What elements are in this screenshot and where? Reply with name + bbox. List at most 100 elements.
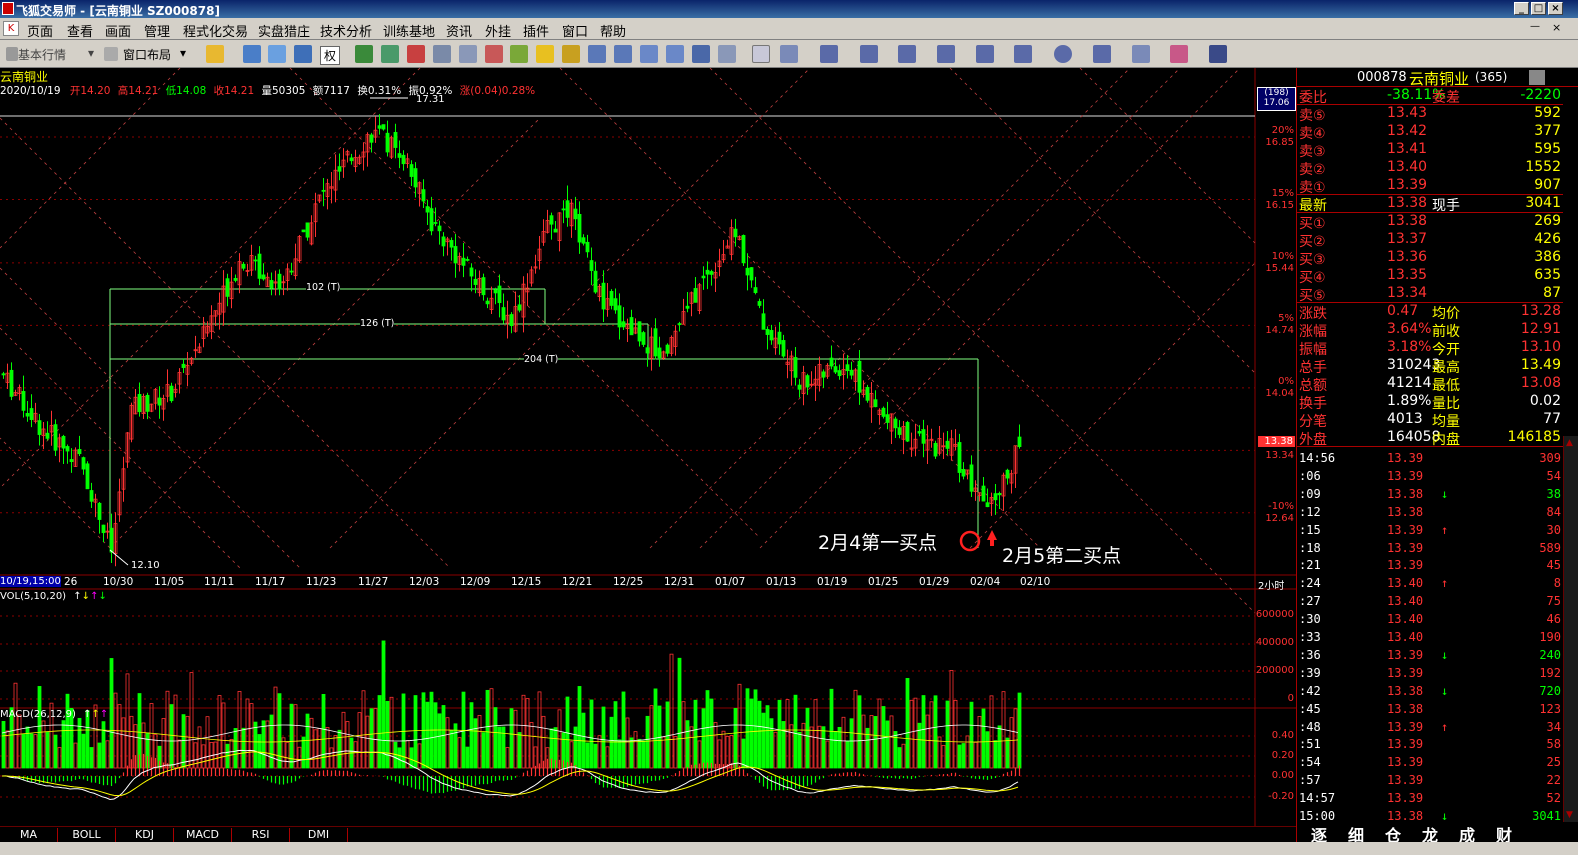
line-chart-icon[interactable] [666, 45, 684, 63]
gann-line [709, 68, 1256, 614]
color-tool-icon[interactable] [1170, 45, 1188, 63]
candle-body [289, 270, 294, 273]
layout-dropdown-icon[interactable]: ▾ [180, 46, 186, 60]
panel-icon[interactable] [588, 45, 606, 63]
tick-price: 13.38 [1387, 683, 1424, 698]
hline-tool-icon[interactable] [820, 45, 838, 63]
quote-tab[interactable]: 龙 [1412, 822, 1448, 845]
monitor-icon[interactable] [718, 45, 736, 63]
open-folder-icon[interactable] [206, 45, 224, 63]
menu-window[interactable]: 窗口 [562, 21, 588, 40]
grid-icon[interactable] [381, 45, 399, 63]
last-label: 最新 [1299, 198, 1327, 214]
list-icon[interactable] [407, 45, 425, 63]
split-icon[interactable] [692, 45, 710, 63]
candle-body [981, 485, 986, 502]
candle-body [241, 263, 246, 269]
warning-icon[interactable] [536, 45, 554, 63]
scroll-down-icon[interactable]: ▼ [1566, 810, 1573, 820]
app-menu-icon[interactable]: K [3, 21, 19, 36]
menu-tech-analysis[interactable]: 技术分析 [320, 21, 372, 40]
channel-tool-icon[interactable] [976, 45, 994, 63]
scroll-up-icon[interactable]: ▲ [1566, 438, 1573, 448]
volume-bar [297, 746, 302, 769]
fan-tool-icon[interactable] [898, 45, 916, 63]
price-axis-pct: 15% [1271, 187, 1294, 199]
text-tool-icon[interactable] [1093, 45, 1111, 63]
bar-chart-icon[interactable] [640, 45, 658, 63]
tab-ma[interactable]: MA [0, 828, 58, 842]
settings-icon[interactable] [562, 45, 580, 63]
ask-row: 卖⑤ 13.43 592 [1297, 105, 1563, 124]
stat-row: 涨幅 3.64% 前收 12.91 [1297, 321, 1563, 340]
menu-hunt[interactable]: 实盘猎庄 [258, 21, 310, 40]
quote-tab[interactable]: 财 [1486, 822, 1522, 845]
link-icon[interactable] [433, 45, 451, 63]
candle-body [641, 332, 646, 345]
candle-body [233, 278, 238, 281]
chart-area[interactable]: 云南铜业 2020/10/19 开14.20 高14.21 低14.08 收14… [0, 68, 1296, 855]
volume-bars [1, 640, 1022, 769]
tick-scrollbar[interactable]: ▲ ▼ [1563, 436, 1578, 822]
menu-minimize-icon[interactable]: — [1530, 21, 1540, 32]
volume-bar [897, 747, 902, 769]
leaf-icon[interactable] [510, 45, 528, 63]
report-icon[interactable] [485, 45, 503, 63]
menu-help[interactable]: 帮助 [600, 21, 626, 40]
tick-volume: 38 [1546, 486, 1561, 501]
rect-tool-icon[interactable] [1014, 45, 1032, 63]
menu-close-icon[interactable]: × [1552, 21, 1561, 34]
volume-bar [101, 721, 106, 769]
volume-bar [889, 715, 894, 769]
volume-bar [837, 726, 842, 769]
basic-quote-button[interactable]: 基本行情 [18, 46, 66, 63]
maximize-button[interactable]: □ [1531, 2, 1546, 15]
quote-tab[interactable]: 细 [1338, 822, 1374, 845]
quote-tab[interactable]: 成 [1449, 822, 1485, 845]
crosshair-icon[interactable] [268, 45, 286, 63]
tab-macd[interactable]: MACD [174, 828, 232, 842]
volume-bar [233, 728, 238, 769]
minimize-button[interactable]: _ [1514, 2, 1529, 15]
window-layout-button[interactable]: 窗口布局 [123, 46, 171, 63]
gann-tool-icon[interactable] [937, 45, 955, 63]
menu-plugin-ext[interactable]: 外挂 [485, 21, 511, 40]
menu-page[interactable]: 页面 [27, 21, 53, 40]
tab-rsi[interactable]: RSI [232, 828, 290, 842]
tick-price: 13.40 [1387, 594, 1424, 609]
copy-icon[interactable] [459, 45, 477, 63]
ellipse-tool-icon[interactable] [1054, 45, 1072, 63]
period-label[interactable]: 2小时 [1258, 577, 1284, 592]
macd-axis-label: 0.40 [1271, 730, 1294, 741]
volume-bar [933, 695, 938, 769]
candle-body [693, 288, 698, 303]
chart-canvas[interactable] [0, 68, 1296, 855]
menu-training[interactable]: 训练基地 [383, 21, 435, 40]
close-button[interactable]: × [1548, 2, 1563, 15]
window-icon[interactable] [294, 45, 312, 63]
rights-select[interactable]: 权 [320, 46, 341, 65]
quote-tab[interactable]: 仓 [1375, 822, 1411, 845]
menu-plugins[interactable]: 插件 [523, 21, 549, 40]
quote-tab[interactable]: 逐 [1301, 822, 1337, 845]
copy-tool-icon[interactable] [1132, 45, 1150, 63]
excel-icon[interactable] [355, 45, 373, 63]
dropdown-icon[interactable]: ▾ [88, 46, 94, 60]
line-tool-icon[interactable] [780, 45, 798, 63]
menu-program-trading[interactable]: 程式化交易 [183, 21, 248, 40]
menu-view[interactable]: 查看 [67, 21, 93, 40]
table-icon[interactable] [614, 45, 632, 63]
vline-tool-icon[interactable] [860, 45, 878, 63]
tab-dmi[interactable]: DMI [290, 828, 348, 842]
chart-icon[interactable] [243, 45, 261, 63]
menu-manage[interactable]: 管理 [144, 21, 170, 40]
candle-body [581, 237, 586, 244]
draw-mode-icon[interactable] [752, 45, 770, 63]
tab-kdj[interactable]: KDJ [116, 828, 174, 842]
vol-label: VOL(5,10,20) [0, 591, 67, 602]
quote-settings-icon[interactable] [1529, 70, 1545, 85]
tab-boll[interactable]: BOLL [58, 828, 116, 842]
menu-screen[interactable]: 画面 [105, 21, 131, 40]
menu-news[interactable]: 资讯 [446, 21, 472, 40]
save-icon[interactable] [1209, 45, 1227, 63]
